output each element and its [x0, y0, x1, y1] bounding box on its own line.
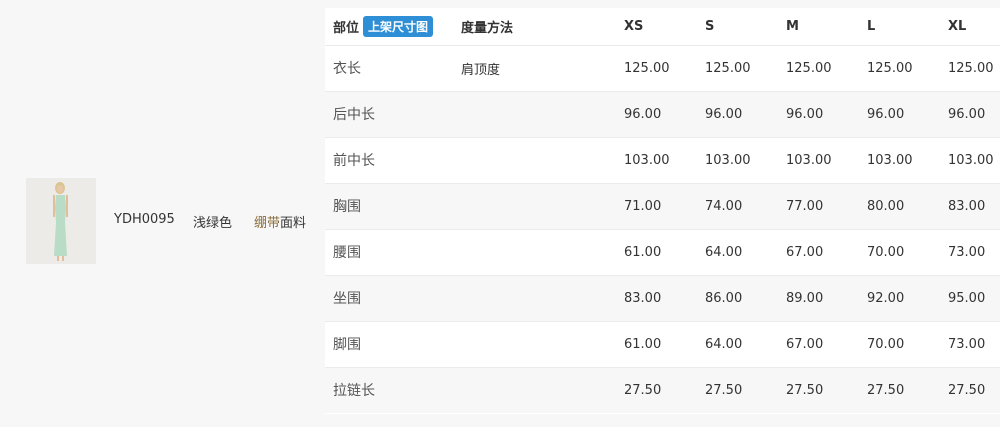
row-value: 125.00	[705, 60, 751, 76]
table-row: 胸围 71.00 74.00 77.00 80.00 83.00	[325, 183, 1000, 229]
size-chart-badge-button[interactable]: 上架尺寸图	[363, 15, 434, 37]
row-value: 71.00	[624, 198, 662, 214]
row-value: 27.50	[948, 382, 986, 398]
row-value: 96.00	[705, 106, 743, 122]
header-size-xs: XS	[624, 18, 644, 34]
row-value: 61.00	[624, 244, 662, 260]
row-part: 脚围	[333, 337, 361, 353]
product-thumbnail[interactable]	[26, 178, 96, 264]
row-part: 前中长	[333, 153, 375, 169]
row-value: 27.50	[786, 382, 824, 398]
row-value: 125.00	[786, 60, 832, 76]
table-row: 腰围 61.00 64.00 67.00 70.00 73.00	[325, 229, 1000, 275]
row-value: 96.00	[624, 106, 662, 122]
header-method: 度量方法	[461, 20, 514, 36]
row-value: 61.00	[624, 336, 662, 352]
row-value: 70.00	[867, 244, 905, 260]
table-header-row: 部位 上架尺寸图 度量方法 XS S M L XL	[325, 8, 1000, 45]
row-value: 125.00	[867, 60, 913, 76]
row-value: 103.00	[705, 152, 751, 168]
row-value: 103.00	[867, 152, 913, 168]
size-table-panel: 部位 上架尺寸图 度量方法 XS S M L XL 衣长 肩顶度 125.00 1…	[325, 8, 1000, 414]
row-part: 坐围	[333, 291, 361, 307]
product-color: 浅绿色	[193, 216, 233, 231]
size-table: 部位 上架尺寸图 度量方法 XS S M L XL 衣长 肩顶度 125.00 1…	[325, 8, 1000, 413]
row-method	[453, 367, 616, 413]
row-value: 27.50	[705, 382, 743, 398]
row-value: 103.00	[948, 152, 994, 168]
row-value: 83.00	[948, 198, 986, 214]
row-value: 64.00	[705, 336, 743, 352]
table-row: 衣长 肩顶度 125.00 125.00 125.00 125.00 125.0…	[325, 45, 1000, 91]
header-part: 部位 上架尺寸图	[325, 8, 453, 45]
row-value: 92.00	[867, 290, 905, 306]
fabric-rest: 面料	[280, 216, 307, 231]
row-value: 125.00	[948, 60, 994, 76]
fabric-highlight: 绷带	[254, 216, 281, 231]
row-part: 拉链长	[333, 383, 375, 400]
row-value: 73.00	[948, 244, 986, 260]
row-value: 67.00	[786, 244, 824, 260]
header-size-l: L	[867, 18, 876, 34]
row-method	[453, 321, 616, 367]
row-value: 27.50	[867, 382, 905, 398]
row-value: 96.00	[948, 106, 986, 122]
row-value: 83.00	[624, 290, 662, 306]
row-method	[453, 137, 616, 183]
header-size-m: M	[786, 18, 799, 34]
header-size-s: S	[705, 18, 715, 34]
table-row: 脚围 61.00 64.00 67.00 70.00 73.00	[325, 321, 1000, 367]
row-value: 89.00	[786, 290, 824, 306]
row-method	[453, 183, 616, 229]
row-method	[453, 275, 616, 321]
row-value: 73.00	[948, 336, 986, 352]
row-value: 86.00	[705, 290, 743, 306]
table-row: 后中长 96.00 96.00 96.00 96.00 96.00	[325, 91, 1000, 137]
row-value: 103.00	[786, 152, 832, 168]
row-part: 衣长	[333, 61, 361, 77]
row-value: 103.00	[624, 152, 670, 168]
row-method	[453, 229, 616, 275]
row-value: 74.00	[705, 198, 743, 214]
row-part: 腰围	[333, 245, 361, 261]
row-method: 肩顶度	[461, 62, 501, 78]
row-value: 27.50	[624, 382, 662, 398]
row-part: 胸围	[333, 199, 361, 215]
row-method	[453, 91, 616, 137]
table-row: 前中长 103.00 103.00 103.00 103.00 103.00	[325, 137, 1000, 183]
product-info-panel: YDH0095 浅绿色 绷带面料	[0, 0, 325, 427]
dress-photo-icon	[26, 178, 96, 264]
table-row: 拉链长 27.50 27.50 27.50 27.50 27.50	[325, 367, 1000, 413]
row-part: 后中长	[333, 107, 375, 123]
header-size-xl: XL	[948, 18, 967, 34]
product-fabric: 绷带面料	[254, 212, 306, 231]
row-value: 95.00	[948, 290, 986, 306]
row-value: 67.00	[786, 336, 824, 352]
row-value: 96.00	[867, 106, 905, 122]
product-code: YDH0095	[114, 212, 175, 227]
table-row: 坐围 83.00 86.00 89.00 92.00 95.00	[325, 275, 1000, 321]
row-value: 125.00	[624, 60, 670, 76]
row-value: 70.00	[867, 336, 905, 352]
row-value: 77.00	[786, 198, 824, 214]
row-value: 80.00	[867, 198, 905, 214]
row-value: 64.00	[705, 244, 743, 260]
row-value: 96.00	[786, 106, 824, 122]
